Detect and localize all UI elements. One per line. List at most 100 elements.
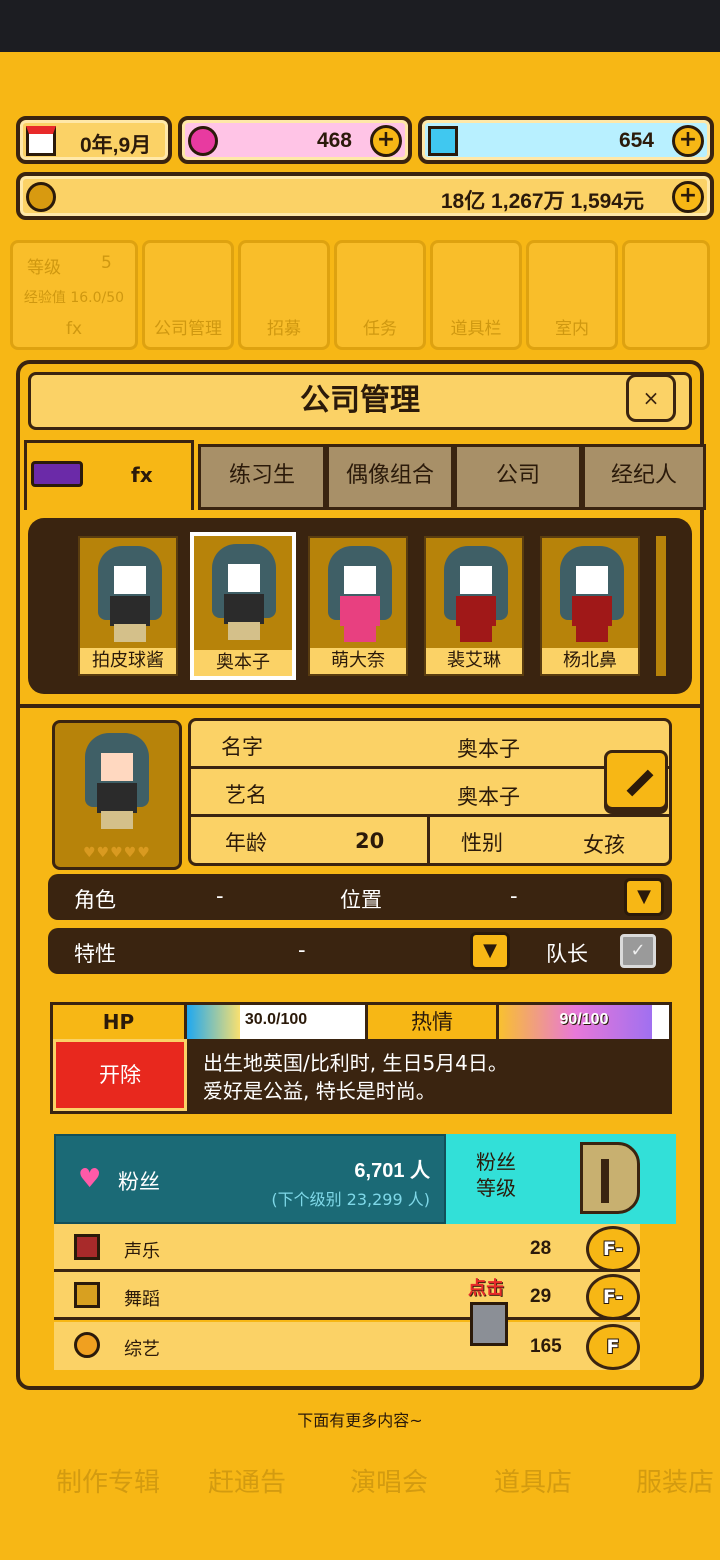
bg-task-tile: 任务: [334, 240, 426, 350]
add-money-button[interactable]: +: [672, 181, 704, 213]
role-row: 角色 - 位置 - ▼: [48, 874, 672, 920]
member-carousel[interactable]: 拍皮球酱 奥本子 萌大奈 裴艾琳 杨北鼻: [28, 518, 692, 694]
skill-name: 综艺: [124, 1339, 160, 1360]
dance-shoe-icon: [74, 1282, 100, 1308]
member-portrait: ♥♥♥♥♥: [52, 720, 182, 870]
add-pink-gem-button[interactable]: +: [370, 125, 402, 157]
member-card-selected[interactable]: 奥本子: [190, 532, 296, 680]
skill-row-variety: 综艺 165: [54, 1322, 640, 1370]
tab-label: fx: [131, 463, 153, 487]
gender-value: 女孩: [583, 833, 625, 857]
age-gender-row: 年龄 20 性别 女孩: [191, 817, 669, 865]
leader-checkbox[interactable]: ✓: [620, 934, 656, 968]
member-sprite: [444, 546, 508, 642]
bg-bottom-label: 道具店: [494, 1468, 573, 1498]
member-info-table: 名字 奥本子 艺名 奥本子 年龄 20 性别 女孩: [188, 718, 672, 866]
fans-count: 6,701 人: [354, 1160, 430, 1182]
name-row: 名字 奥本子: [191, 721, 669, 769]
bg-bottom-label: 演唱会: [350, 1468, 429, 1498]
name-value: 奥本子: [457, 737, 520, 761]
member-bio: 出生地英国/比利时, 生日5月4日。 爱好是公益, 特长是时尚。: [203, 1049, 508, 1105]
level-tile: 等级 5 经验值 16.0/50 fx: [10, 240, 138, 350]
background-menu: 等级 5 经验值 16.0/50 fx 公司管理 招募 任务 道具栏 室内: [10, 240, 710, 350]
stage-name-label: 艺名: [225, 783, 267, 807]
skill-row-vocal: 声乐 28: [54, 1224, 640, 1272]
member-name: 奥本子: [194, 650, 292, 676]
member-card[interactable]: 萌大奈: [308, 536, 408, 676]
bio-line: 出生地英国/比利时, 生日5月4日。: [203, 1051, 508, 1075]
close-button[interactable]: ×: [626, 374, 676, 422]
tab-company[interactable]: 公司: [454, 444, 582, 510]
skill-value: 29: [530, 1286, 552, 1307]
bg-company-tile: 公司管理: [142, 240, 234, 350]
bg-recruit-tile: 招募: [238, 240, 330, 350]
coin-icon: [26, 182, 56, 212]
hp-bar: 30.0/100: [187, 1005, 365, 1039]
trait-value: -: [298, 938, 306, 962]
position-label: 位置: [340, 888, 382, 912]
microphone-icon: [74, 1234, 100, 1260]
member-name: 萌大奈: [310, 648, 406, 674]
date-value: 0年,9月: [80, 134, 152, 157]
variety-icon: [74, 1332, 100, 1358]
panel-title: 公司管理: [28, 372, 692, 430]
calendar-icon: [26, 126, 56, 156]
skill-value: 28: [530, 1238, 552, 1259]
age-label: 年龄: [225, 831, 267, 855]
fans-grade-badge: [580, 1142, 640, 1214]
passion-bar: 90/100: [499, 1005, 669, 1039]
role-value: -: [216, 884, 224, 908]
pink-gem-display: 468 +: [178, 116, 412, 164]
skill-name: 舞蹈: [124, 1289, 160, 1310]
blue-gem-value: 654: [618, 129, 654, 152]
member-name: 裴艾琳: [426, 648, 522, 674]
passion-text: 90/100: [559, 1011, 609, 1028]
bg-bottom-label: 服装店: [636, 1468, 715, 1498]
trait-row: 特性 - ▼ 队长 ✓: [48, 928, 672, 974]
fire-button[interactable]: 开除: [53, 1039, 187, 1111]
member-card[interactable]: 杨北鼻: [540, 536, 640, 676]
pink-gem-value: 468: [316, 129, 352, 152]
name-label: 名字: [221, 735, 263, 759]
member-sprite: [560, 546, 624, 642]
tab-fx[interactable]: fx: [24, 440, 194, 510]
tab-idol-group[interactable]: 偶像组合: [326, 444, 454, 510]
bg-item-tile: 道具栏: [430, 240, 522, 350]
pink-gem-icon: [188, 126, 218, 156]
member-sprite: [212, 544, 276, 640]
gender-label: 性别: [461, 831, 503, 855]
member-card[interactable]: 拍皮球酱: [78, 536, 178, 676]
fans-count-panel: ♥ 粉丝 6,701 人 (下个级别 23,299 人): [54, 1134, 446, 1224]
bg-mail-tile: [622, 240, 710, 350]
money-value: 18亿 1,267万 1,594元: [440, 190, 644, 213]
pencil-icon: [626, 769, 654, 797]
bg-bottom-label: 赶通告: [208, 1468, 287, 1498]
grade-label: 等级: [476, 1176, 516, 1200]
stage-name-row: 艺名 奥本子: [191, 769, 669, 817]
stats-block: HP 30.0/100 热情 90/100 开除 出生地英国/比利时, 生日5月…: [50, 1002, 672, 1114]
skill-rank-badge: F-: [586, 1226, 640, 1272]
bg-item-label: 道具栏: [450, 319, 502, 339]
skill-name: 声乐: [124, 1241, 160, 1262]
tab-trainee[interactable]: 练习生: [198, 444, 326, 510]
member-sprite: [328, 546, 392, 642]
tap-hint: 点击: [468, 1278, 504, 1299]
edit-name-button[interactable]: [604, 750, 668, 810]
trait-dropdown-button[interactable]: ▼: [470, 932, 510, 970]
bg-room-tile: 室内: [526, 240, 618, 350]
position-dropdown-button[interactable]: ▼: [624, 878, 664, 916]
fans-next-level: (下个级别 23,299 人): [271, 1190, 430, 1209]
section-divider: [20, 704, 700, 708]
add-blue-gem-button[interactable]: +: [672, 125, 704, 157]
member-card[interactable]: 裴艾琳: [424, 536, 524, 676]
member-sprite: [98, 546, 162, 642]
member-name: 杨北鼻: [542, 648, 638, 674]
blue-gem-icon: [428, 126, 458, 156]
member-card-partial: [656, 536, 666, 676]
cat-mascot-icon[interactable]: [470, 1302, 508, 1346]
portrait-sprite: [85, 733, 149, 829]
skill-row-dance: 舞蹈 29: [54, 1272, 640, 1320]
level-value: 5: [101, 253, 112, 273]
fans-grade-panel: 粉丝 等级: [446, 1134, 676, 1224]
tab-manager[interactable]: 经纪人: [582, 444, 706, 510]
